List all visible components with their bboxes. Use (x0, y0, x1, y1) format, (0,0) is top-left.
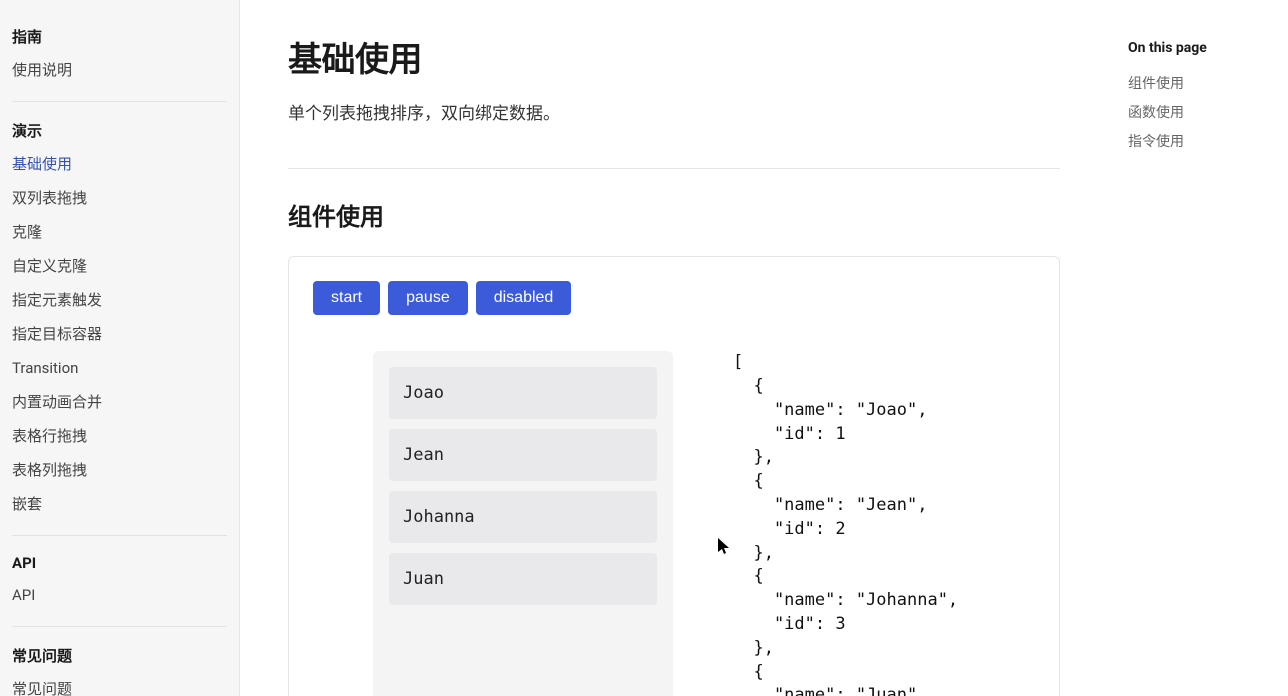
layout: 指南 使用说明 演示 基础使用 双列表拖拽 克隆 自定义克隆 指定元素触发 指定… (0, 0, 1288, 696)
sidebar-item-basic-usage[interactable]: 基础使用 (0, 147, 239, 181)
demo-box: start pause disabled Joao Jean Johanna J… (288, 256, 1060, 696)
section-title-component-usage: 组件使用 (288, 197, 1060, 232)
sidebar-item-faq[interactable]: 常见问题 (0, 672, 239, 696)
sidebar-section-title: 指南 (0, 22, 239, 53)
sidebar-divider (12, 535, 227, 536)
sidebar-item-table-row-drag[interactable]: 表格行拖拽 (0, 419, 239, 453)
pause-button[interactable]: pause (388, 281, 468, 315)
sidebar-item-specify-target[interactable]: 指定目标容器 (0, 317, 239, 351)
sidebar-item-clone[interactable]: 克隆 (0, 215, 239, 249)
drag-item[interactable]: Juan (389, 553, 657, 605)
table-of-contents: On this page 组件使用 函数使用 指令使用 (1108, 0, 1288, 696)
sidebar-item-nested[interactable]: 嵌套 (0, 487, 239, 521)
drag-item[interactable]: Johanna (389, 491, 657, 543)
main-content: 基础使用 单个列表拖拽排序，双向绑定数据。 组件使用 start pause d… (240, 0, 1108, 696)
content-wrap: 基础使用 单个列表拖拽排序，双向绑定数据。 组件使用 start pause d… (240, 0, 1288, 696)
demo-buttons: start pause disabled (313, 281, 1035, 315)
sidebar-section: 演示 基础使用 双列表拖拽 克隆 自定义克隆 指定元素触发 指定目标容器 Tra… (0, 116, 239, 521)
drag-item[interactable]: Joao (389, 367, 657, 419)
sidebar-item-dual-list[interactable]: 双列表拖拽 (0, 181, 239, 215)
drag-item[interactable]: Jean (389, 429, 657, 481)
sidebar-item-api[interactable]: API (0, 578, 239, 612)
toc-item-function-usage[interactable]: 函数使用 (1128, 99, 1268, 128)
sidebar-section: 常见问题 常见问题 (0, 641, 239, 696)
sidebar-section-title: 常见问题 (0, 641, 239, 672)
sidebar-section: API API (0, 550, 239, 612)
toc-title: On this page (1128, 40, 1268, 56)
page-desc: 单个列表拖拽排序，双向绑定数据。 (288, 101, 1060, 128)
sidebar-divider (12, 626, 227, 627)
demo-split: Joao Jean Johanna Juan [ { "name": "Joao… (313, 351, 1035, 696)
drag-list: Joao Jean Johanna Juan (373, 351, 673, 696)
page-title: 基础使用 (288, 32, 1060, 81)
toc-item-directive-usage[interactable]: 指令使用 (1128, 128, 1268, 157)
sidebar-item-builtin-animation[interactable]: 内置动画合并 (0, 385, 239, 419)
toc-item-component-usage[interactable]: 组件使用 (1128, 70, 1268, 99)
start-button[interactable]: start (313, 281, 380, 315)
section-divider (288, 168, 1060, 169)
sidebar-item-custom-clone[interactable]: 自定义克隆 (0, 249, 239, 283)
sidebar-item-table-col-drag[interactable]: 表格列拖拽 (0, 453, 239, 487)
sidebar-item-specify-trigger[interactable]: 指定元素触发 (0, 283, 239, 317)
sidebar-section: 指南 使用说明 (0, 22, 239, 87)
json-output: [ { "name": "Joao", "id": 1 }, { "name":… (733, 351, 958, 696)
sidebar-section-title: API (0, 550, 239, 578)
sidebar-item-transition[interactable]: Transition (0, 351, 239, 385)
sidebar-section-title: 演示 (0, 116, 239, 147)
sidebar-item-usage-guide[interactable]: 使用说明 (0, 53, 239, 87)
disabled-button[interactable]: disabled (476, 281, 572, 315)
sidebar: 指南 使用说明 演示 基础使用 双列表拖拽 克隆 自定义克隆 指定元素触发 指定… (0, 0, 240, 696)
sidebar-divider (12, 101, 227, 102)
